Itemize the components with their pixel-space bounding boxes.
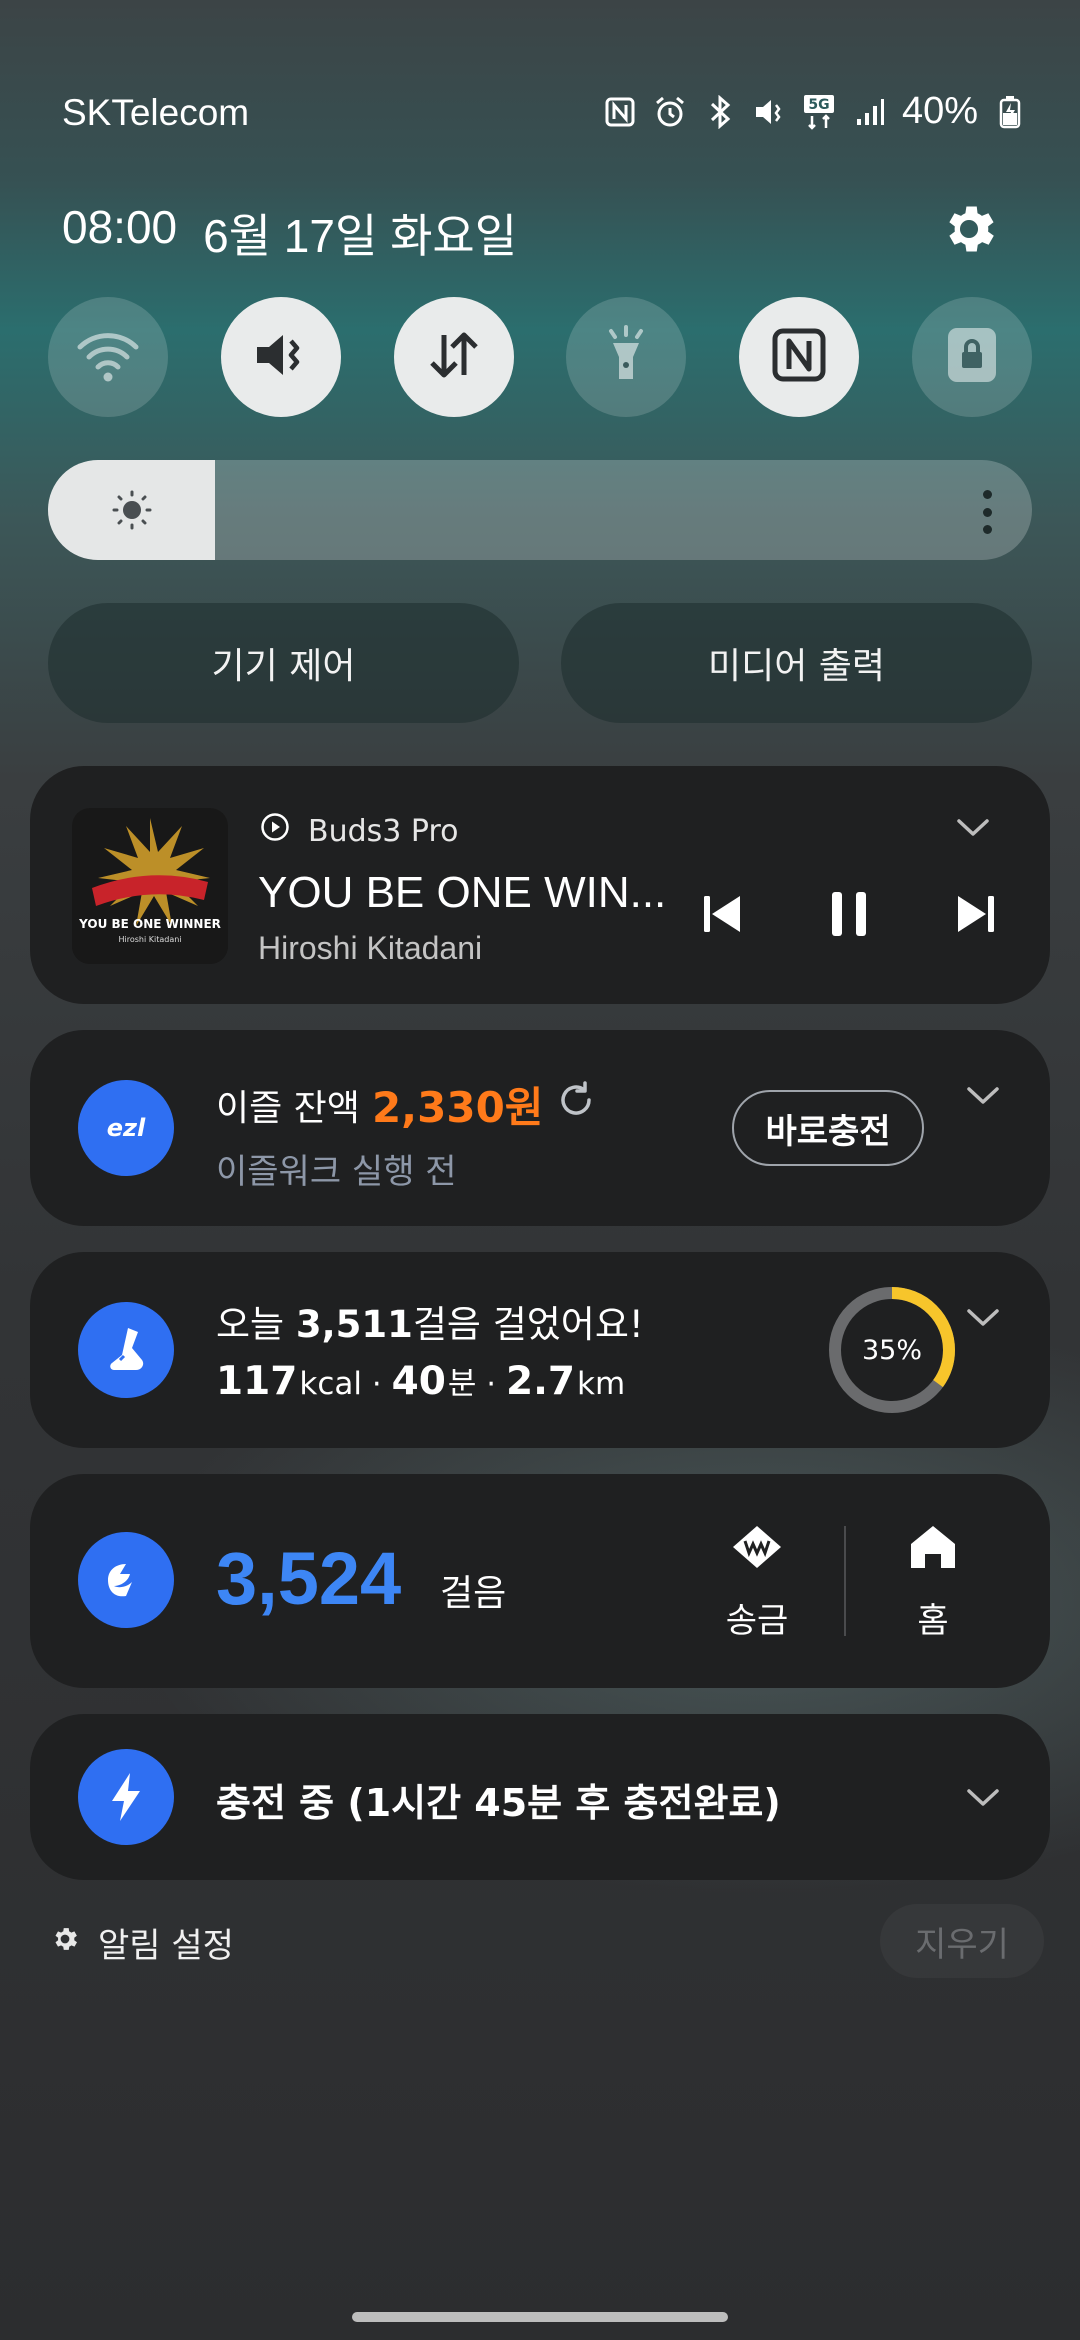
toss-home-label: 홈 bbox=[917, 1601, 949, 1641]
battery-charging-icon bbox=[992, 94, 1028, 130]
ezl-app-icon: ezl bbox=[78, 1080, 174, 1176]
previous-track-button[interactable] bbox=[702, 892, 742, 940]
ezl-expand-chevron-icon[interactable] bbox=[966, 1086, 1000, 1110]
pause-icon bbox=[828, 892, 870, 942]
ezl-balance-label: 이즐 잔액 bbox=[216, 1087, 360, 1129]
refresh-icon[interactable] bbox=[555, 1079, 597, 1130]
ezl-balance-amount: 2,330원 bbox=[371, 1083, 544, 1132]
settings-gear-icon[interactable] bbox=[938, 198, 1000, 260]
date-time[interactable]: 08:00 6월 17일 화요일 bbox=[62, 200, 517, 266]
toss-app-icon bbox=[78, 1532, 174, 1628]
notification-settings-button[interactable]: 알림 설정 bbox=[50, 1918, 234, 1967]
toss-home-button[interactable]: 홈 bbox=[878, 1524, 988, 1642]
play-circle-icon bbox=[260, 812, 290, 850]
lock-icon bbox=[946, 326, 998, 388]
toggle-secure-folder[interactable] bbox=[911, 297, 1032, 417]
steps-prefix: 오늘 bbox=[216, 1303, 296, 1346]
gesture-home-bar[interactable] bbox=[352, 2312, 728, 2322]
clock-time: 08:00 bbox=[62, 201, 178, 253]
svg-text:5G: 5G bbox=[808, 97, 829, 113]
separator-dot: · bbox=[372, 1367, 382, 1402]
quick-charge-button[interactable]: 바로충전 bbox=[732, 1090, 924, 1166]
quick-settings-toggles bbox=[48, 297, 1032, 417]
carrier-name: SKTelecom bbox=[62, 92, 250, 133]
clear-notifications-button[interactable]: 지우기 bbox=[880, 1904, 1044, 1978]
minutes-unit: 분 bbox=[447, 1366, 477, 1402]
battery-percentage: 40% bbox=[901, 90, 978, 132]
nfc-icon bbox=[602, 94, 638, 130]
flashlight-icon bbox=[601, 325, 651, 389]
alarm-icon bbox=[652, 94, 688, 130]
skip-previous-icon bbox=[702, 896, 742, 940]
pause-button[interactable] bbox=[828, 890, 870, 942]
km-unit: km bbox=[577, 1366, 626, 1402]
nfc-icon bbox=[769, 325, 829, 389]
toggle-mobile-data[interactable] bbox=[393, 297, 514, 417]
steps-suffix: 걸음 걸었어요! bbox=[412, 1303, 644, 1346]
brightness-slider[interactable] bbox=[48, 460, 1032, 560]
steps-progress-label: 35% bbox=[861, 1334, 922, 1366]
media-source[interactable]: Buds3 Pro bbox=[260, 812, 458, 850]
gear-icon bbox=[50, 1923, 80, 1963]
wifi-icon bbox=[76, 327, 140, 387]
sun-icon bbox=[112, 490, 152, 530]
notification-settings-label: 알림 설정 bbox=[98, 1926, 234, 1966]
ezl-logo-text: ezl bbox=[107, 1114, 146, 1142]
home-icon bbox=[909, 1524, 957, 1579]
next-track-button[interactable] bbox=[956, 892, 996, 940]
clock-date: 6월 17일 화요일 bbox=[203, 210, 518, 262]
5g-icon: 5G bbox=[802, 94, 838, 130]
status-icons: 5G 40% bbox=[602, 90, 1028, 133]
media-source-name: Buds3 Pro bbox=[308, 813, 459, 849]
svg-text:Hiroshi Kitadani: Hiroshi Kitadani bbox=[118, 935, 181, 944]
bluetooth-icon bbox=[702, 94, 738, 130]
separator-dot: · bbox=[486, 1367, 496, 1402]
toggle-flashlight[interactable] bbox=[566, 297, 687, 417]
charging-status: 충전 중 (1시간 45분 후 충전완료) bbox=[216, 1781, 781, 1825]
toss-step-count: 3,524 bbox=[216, 1537, 402, 1620]
km-value: 2.7 bbox=[505, 1359, 576, 1404]
charging-expand-chevron-icon[interactable] bbox=[966, 1788, 1000, 1812]
toggle-sound-mute[interactable] bbox=[220, 297, 341, 417]
signal-icon bbox=[852, 94, 888, 130]
toss-step-unit: 걸음 bbox=[440, 1573, 507, 1614]
mute-icon bbox=[752, 94, 788, 130]
send-money-button[interactable]: 송금 bbox=[702, 1524, 812, 1642]
mute-icon bbox=[251, 325, 311, 389]
brightness-more-options-icon[interactable] bbox=[982, 490, 992, 534]
toggle-wifi[interactable] bbox=[48, 297, 168, 417]
svg-text:YOU BE ONE WINNER: YOU BE ONE WINNER bbox=[78, 917, 221, 931]
skip-next-icon bbox=[956, 896, 996, 940]
steps-count: 3,511 bbox=[295, 1303, 413, 1346]
send-money-label: 송금 bbox=[725, 1601, 789, 1641]
minutes-value: 40 bbox=[391, 1359, 446, 1404]
data-arrows-icon bbox=[424, 325, 484, 389]
steps-expand-chevron-icon[interactable] bbox=[966, 1308, 1000, 1332]
steps-headline: 오늘 3,511걸음 걸었어요! bbox=[216, 1294, 644, 1348]
toss-divider bbox=[844, 1526, 846, 1636]
kcal-value: 117 bbox=[216, 1359, 298, 1404]
won-coin-icon bbox=[731, 1524, 783, 1579]
media-expand-chevron-icon[interactable] bbox=[956, 818, 990, 842]
device-control-button[interactable]: 기기 제어 bbox=[48, 603, 519, 723]
charging-bolt-icon bbox=[78, 1749, 174, 1845]
toggle-nfc[interactable] bbox=[739, 297, 860, 417]
shoe-app-icon bbox=[78, 1302, 174, 1398]
media-output-button[interactable]: 미디어 출력 bbox=[561, 603, 1032, 723]
media-title: YOU BE ONE WIN... bbox=[258, 868, 667, 917]
media-artist: Hiroshi Kitadani bbox=[258, 930, 483, 966]
kcal-unit: kcal bbox=[299, 1366, 363, 1402]
album-art[interactable]: YOU BE ONE WINNER Hiroshi Kitadani bbox=[72, 808, 228, 964]
ezl-balance: 이즐 잔액 2,330원 bbox=[216, 1074, 597, 1135]
ezl-status: 이즐워크 실행 전 bbox=[216, 1152, 457, 1192]
steps-stats: 117 kcal · 40 분 · 2.7 km bbox=[216, 1358, 625, 1404]
